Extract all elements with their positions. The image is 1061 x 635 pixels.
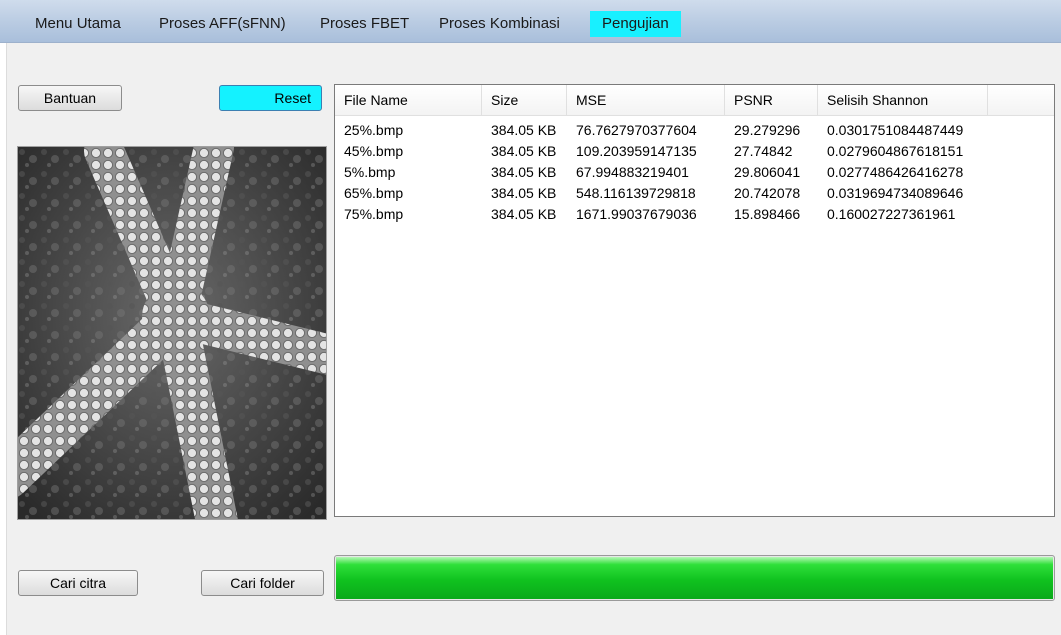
starfish-image: [18, 147, 326, 519]
cell-mse: 1671.99037679036: [576, 206, 697, 222]
cell-selisih-shannon: 0.0279604867618151: [827, 143, 964, 159]
bantuan-button[interactable]: Bantuan: [18, 85, 122, 111]
cell-file-name: 65%.bmp: [344, 185, 404, 201]
cell-mse: 67.994883219401: [576, 164, 689, 180]
cari-folder-button[interactable]: Cari folder: [201, 570, 324, 596]
cell-selisih-shannon: 0.0277486426416278: [827, 164, 964, 180]
column-header-selisih-shannon[interactable]: Selisih Shannon: [818, 85, 988, 115]
progress-fill: [336, 557, 1053, 599]
cell-size: 384.05 KB: [491, 143, 557, 159]
cell-file-name: 45%.bmp: [344, 143, 404, 159]
cell-size: 384.05 KB: [491, 122, 557, 138]
cell-size: 384.05 KB: [491, 164, 557, 180]
cell-size: 384.05 KB: [491, 206, 557, 222]
progress-bar: [334, 555, 1055, 601]
menu-item-proses-kombinasi[interactable]: Proses Kombinasi: [431, 11, 568, 37]
menu-item-proses-aff[interactable]: Proses AFF(sFNN): [151, 11, 294, 37]
cell-psnr: 27.74842: [734, 143, 793, 159]
menu-item-pengujian[interactable]: Pengujian: [590, 11, 681, 37]
table-row[interactable]: 5%.bmp 384.05 KB 67.994883219401 29.8060…: [335, 162, 1054, 182]
menu-bar: Menu Utama Proses AFF(sFNN) Proses FBET …: [0, 0, 1061, 43]
table-row[interactable]: 65%.bmp 384.05 KB 548.116139729818 20.74…: [335, 183, 1054, 203]
reset-button[interactable]: Reset: [219, 85, 322, 111]
cell-psnr: 29.279296: [734, 122, 801, 138]
table-row[interactable]: 75%.bmp 384.05 KB 1671.99037679036 15.89…: [335, 204, 1054, 224]
image-preview: [17, 146, 327, 520]
cari-citra-button[interactable]: Cari citra: [18, 570, 138, 596]
results-table[interactable]: File Name Size MSE PSNR Selisih Shannon …: [334, 84, 1055, 517]
table-row[interactable]: 45%.bmp 384.05 KB 109.203959147135 27.74…: [335, 141, 1054, 161]
table-row[interactable]: 25%.bmp 384.05 KB 76.7627970377604 29.27…: [335, 120, 1054, 140]
cell-file-name: 25%.bmp: [344, 122, 404, 138]
cell-mse: 548.116139729818: [576, 185, 696, 201]
cell-selisih-shannon: 0.0319694734089646: [827, 185, 964, 201]
cell-file-name: 5%.bmp: [344, 164, 396, 180]
column-header-psnr[interactable]: PSNR: [725, 85, 818, 115]
cell-psnr: 15.898466: [734, 206, 801, 222]
cell-psnr: 29.806041: [734, 164, 801, 180]
menu-item-menu-utama[interactable]: Menu Utama: [27, 11, 129, 37]
cell-size: 384.05 KB: [491, 185, 557, 201]
cell-selisih-shannon: 0.0301751084487449: [827, 122, 964, 138]
column-header-size[interactable]: Size: [482, 85, 567, 115]
table-header: File Name Size MSE PSNR Selisih Shannon: [335, 85, 1054, 116]
menu-item-proses-fbet[interactable]: Proses FBET: [312, 11, 417, 37]
column-header-mse[interactable]: MSE: [567, 85, 725, 115]
column-header-file-name[interactable]: File Name: [335, 85, 482, 115]
cell-mse: 76.7627970377604: [576, 122, 697, 138]
cell-mse: 109.203959147135: [576, 143, 697, 159]
cell-file-name: 75%.bmp: [344, 206, 404, 222]
cell-selisih-shannon: 0.160027227361961: [827, 206, 956, 222]
cell-psnr: 20.742078: [734, 185, 801, 201]
